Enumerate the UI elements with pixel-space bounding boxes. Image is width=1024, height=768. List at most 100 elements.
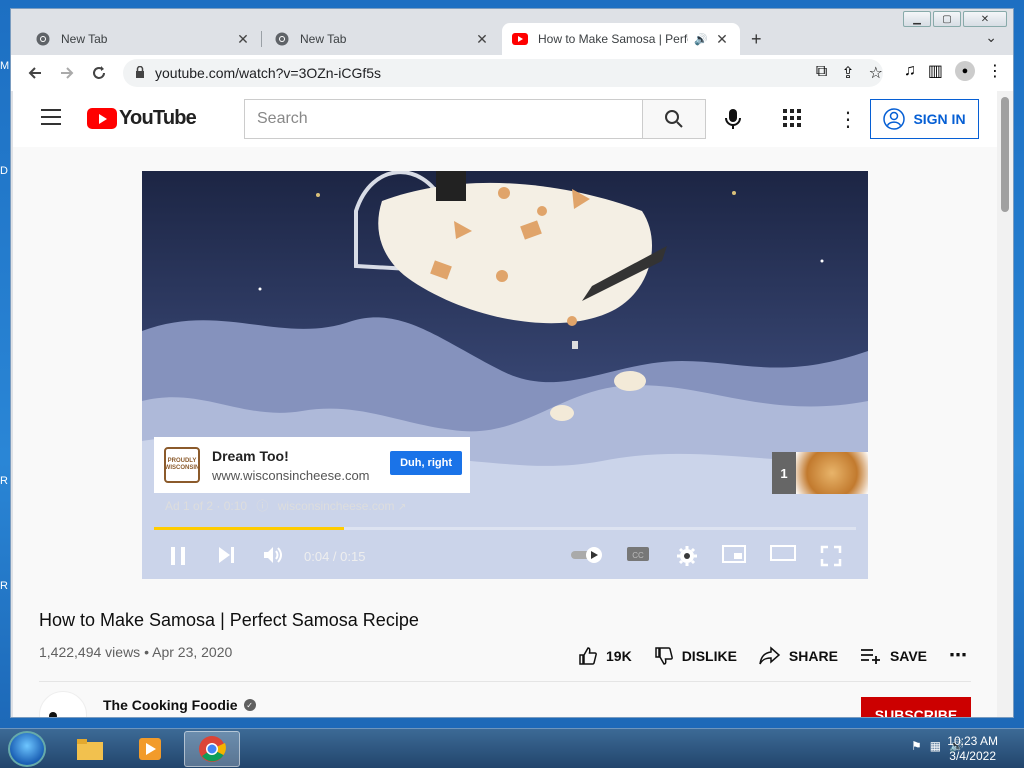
fullscreen-icon [820, 545, 842, 567]
ad-info-icon[interactable]: ⓘ [256, 499, 268, 513]
ad-url[interactable]: www.wisconsincheese.com [212, 468, 370, 483]
account-icon [883, 108, 906, 130]
page-scrollbar[interactable] [997, 91, 1013, 717]
ad-next-count: 1 [772, 452, 796, 494]
video-progress-bar[interactable] [154, 527, 856, 530]
like-button[interactable]: 19K [578, 646, 632, 666]
microphone-icon[interactable] [723, 107, 743, 136]
video-player[interactable]: PROUDLY WISCONSIN Dream Too! www.wiscons… [142, 171, 868, 579]
chrome-icon [274, 31, 290, 47]
ad-counter: Ad 1 of 2 · 0:10 [165, 499, 248, 513]
channel-avatar-logo-icon [49, 712, 57, 717]
search-input[interactable]: Search [244, 99, 642, 139]
share-button[interactable]: SHARE [759, 645, 838, 666]
new-tab-button[interactable]: + [751, 29, 762, 50]
clock-time: 10:23 AM [947, 734, 998, 748]
ad-overlay-card[interactable]: PROUDLY WISCONSIN Dream Too! www.wiscons… [154, 437, 470, 493]
pause-icon [171, 547, 185, 565]
sign-in-label: SIGN IN [913, 111, 966, 127]
youtube-page: YouTube Search ⋮ SIGN IN PROUDLY WISCONS… [13, 91, 997, 717]
browser-window: ▁ ▢ ✕ New Tab ✕ New Tab ✕ How to Make Sa… [10, 8, 1014, 718]
progress-fill [154, 527, 344, 530]
save-button[interactable]: SAVE [860, 647, 927, 665]
captions-button[interactable]: CC [626, 545, 650, 563]
apps-grid-icon[interactable] [783, 109, 801, 132]
bookmark-star-icon[interactable]: ☆ [869, 63, 883, 83]
ad-next-preview[interactable]: 1 [772, 452, 868, 494]
subscribe-button[interactable]: SUBSCRIBE [861, 697, 971, 717]
side-panel-icon[interactable]: ▥ [928, 61, 943, 81]
upload-date: Apr 23, 2020 [152, 644, 233, 660]
sign-in-button[interactable]: SIGN IN [870, 99, 979, 139]
clock-date: 3/4/2022 [949, 749, 996, 763]
more-actions-button[interactable]: ⋯ [949, 645, 967, 666]
ad-text: Dream Too! www.wisconsincheese.com [212, 448, 370, 483]
tab-new-2[interactable]: New Tab ✕ [264, 23, 500, 55]
settings-button[interactable] [676, 545, 698, 567]
scrollbar-thumb[interactable] [1001, 97, 1009, 212]
fullscreen-button[interactable] [820, 545, 842, 567]
start-button[interactable] [8, 731, 46, 767]
thumbs-down-icon [654, 646, 673, 665]
open-in-app-icon[interactable]: ⧉ [816, 63, 827, 83]
tab-close-icon[interactable]: ✕ [474, 31, 490, 48]
dislike-label: DISLIKE [681, 647, 737, 664]
taskbar-explorer[interactable] [62, 731, 118, 767]
channel-avatar[interactable] [39, 691, 87, 717]
menu-icon[interactable] [41, 109, 61, 130]
channel-name-text: The Cooking Foodie [103, 697, 238, 713]
share-icon[interactable]: ⇪ [841, 63, 854, 83]
samosa-thumbnail [796, 452, 868, 494]
audio-playing-icon[interactable]: 🔊 [694, 33, 708, 46]
lock-icon[interactable] [135, 65, 145, 81]
external-link-icon: ↗ [397, 502, 407, 513]
tab-close-icon[interactable]: ✕ [235, 31, 251, 48]
share-label: SHARE [788, 647, 838, 664]
browser-toolbar: youtube.com/watch?v=3OZn-iCGf5s ⧉ ⇪ ☆ ♫ … [11, 55, 1013, 91]
captions-icon: CC [627, 547, 649, 561]
taskbar-chrome[interactable] [184, 731, 240, 767]
miniplayer-button[interactable] [722, 545, 746, 563]
pause-button[interactable] [168, 545, 188, 567]
chrome-icon [199, 736, 226, 762]
youtube-logo[interactable]: YouTube [87, 107, 197, 130]
tab-close-icon[interactable]: ✕ [714, 31, 730, 48]
media-control-icon[interactable]: ♫ [904, 62, 916, 80]
search-button[interactable] [642, 99, 706, 139]
theater-icon [770, 545, 796, 561]
tab-label: New Tab [61, 32, 108, 46]
omnibox-actions: ⧉ ⇪ ☆ [816, 63, 883, 83]
view-count: 1,422,494 views [39, 644, 141, 660]
browser-menu-icon[interactable]: ⋮ [987, 61, 1003, 81]
next-button[interactable] [216, 545, 236, 565]
chrome-icon [35, 31, 51, 47]
reload-button[interactable] [83, 59, 115, 87]
volume-button[interactable] [262, 545, 284, 565]
tab-search-chevron-icon[interactable]: ⌄ [985, 29, 997, 46]
tab-new-1[interactable]: New Tab ✕ [25, 23, 261, 55]
theater-mode-button[interactable] [770, 545, 796, 561]
youtube-header: YouTube Search ⋮ SIGN IN [13, 91, 997, 147]
forward-button[interactable] [51, 59, 83, 87]
system-clock[interactable]: 10:23 AM 3/4/2022 [947, 734, 998, 764]
ad-domain-link[interactable]: wisconsincheese.com [278, 499, 395, 513]
autoplay-toggle-icon [571, 547, 602, 563]
dislike-button[interactable]: DISLIKE [654, 646, 737, 666]
autoplay-toggle[interactable] [570, 545, 606, 565]
divider [39, 681, 971, 682]
ad-cta-button[interactable]: Duh, right [390, 451, 462, 475]
back-button[interactable] [19, 59, 51, 87]
skip-next-icon [219, 547, 234, 563]
taskbar: ⚑ ▦ 🔊 10:23 AM 3/4/2022 [0, 728, 1024, 768]
time-display: 0:04 / 0:15 [304, 549, 366, 564]
network-icon[interactable]: ▦ [930, 739, 941, 753]
address-bar[interactable]: youtube.com/watch?v=3OZn-iCGf5s [123, 59, 883, 87]
video-actions: 19K DISLIKE SHARE SAVE ⋯ [578, 645, 967, 666]
action-center-flag-icon[interactable]: ⚑ [911, 739, 922, 753]
channel-name[interactable]: The Cooking Foodie ✓ [103, 697, 256, 713]
tab-separator [261, 31, 262, 47]
tab-youtube[interactable]: How to Make Samosa | Perfe 🔊 ✕ [502, 23, 740, 55]
taskbar-media-player[interactable] [122, 731, 178, 767]
profile-icon[interactable]: ● [955, 61, 975, 81]
settings-more-icon[interactable]: ⋮ [838, 107, 858, 132]
